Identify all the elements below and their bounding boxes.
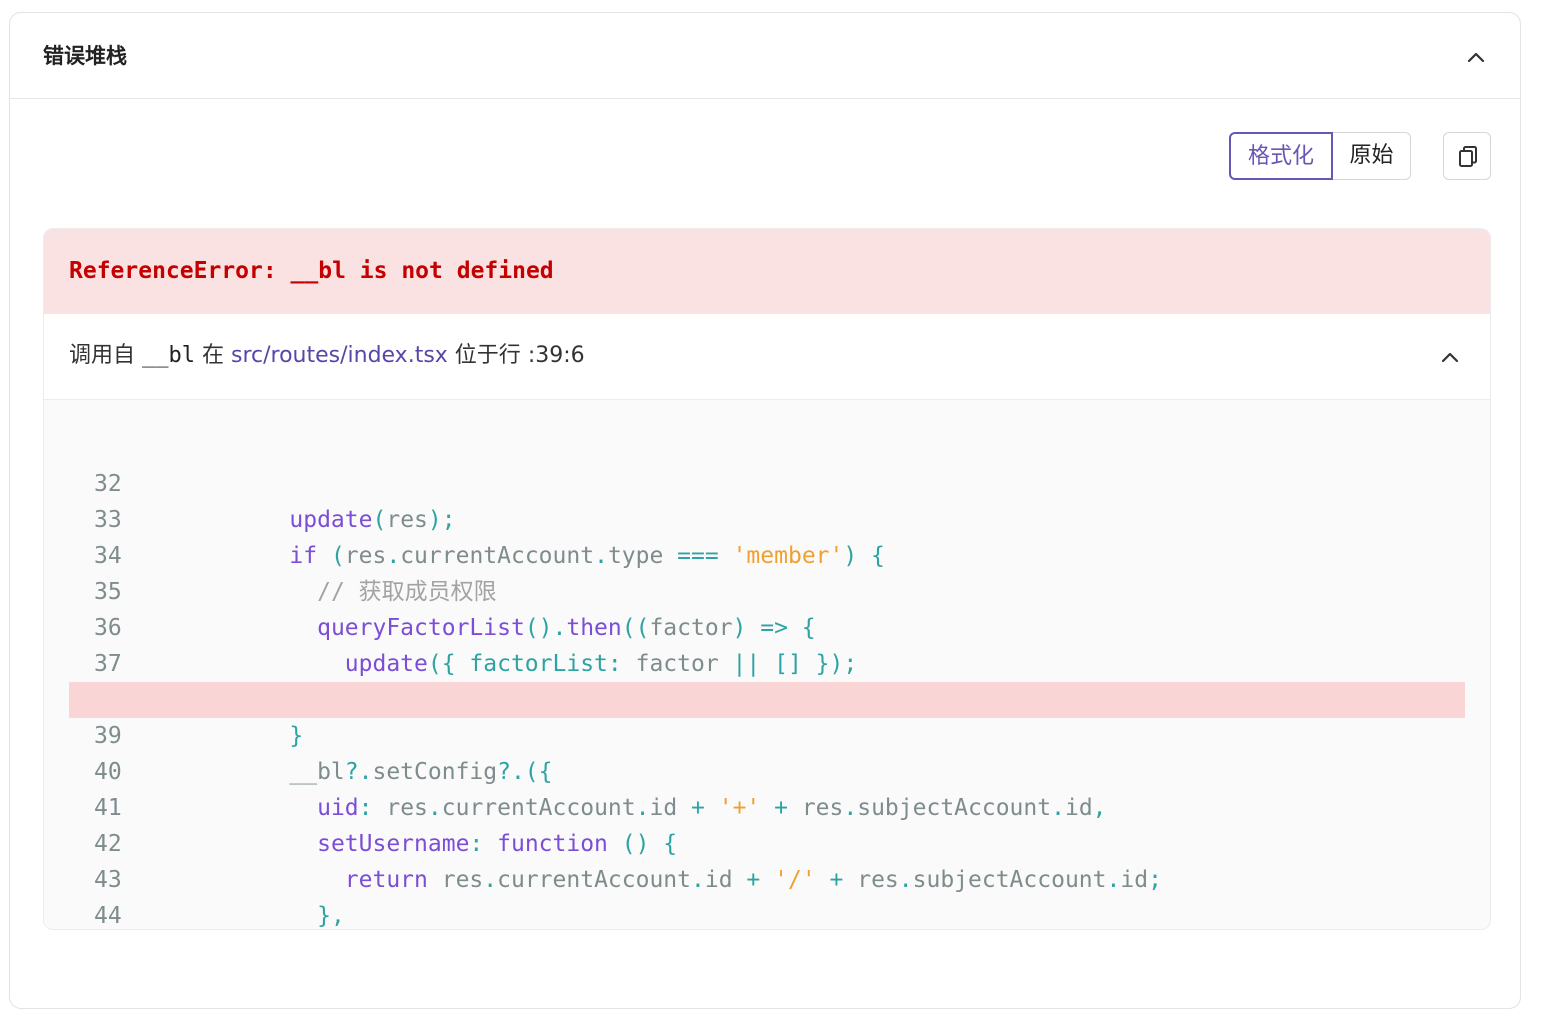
frame-location: 调用自 __bl 在 src/routes/index.tsx 位于行 :39:… bbox=[69, 342, 585, 370]
code-line: 38 } bbox=[69, 646, 1465, 749]
code-line: 37 }); bbox=[69, 610, 1465, 713]
frame-position: :39:6 bbox=[527, 343, 585, 368]
code-line: 44 }); bbox=[69, 862, 1465, 929]
copy-icon bbox=[1459, 146, 1477, 167]
panel-header[interactable]: 错误堆栈 bbox=[10, 13, 1520, 99]
code-line: 35 queryFactorList().then((factor) => { bbox=[69, 538, 1465, 641]
code-line: 40 uid: res.currentAccount.id + '+' + re… bbox=[69, 718, 1465, 821]
error-banner: ReferenceError: __bl is not defined bbox=[44, 229, 1490, 314]
stack-frame-card: ReferenceError: __bl is not defined 调用自 … bbox=[43, 228, 1491, 930]
stack-frame-header[interactable]: 调用自 __bl 在 src/routes/index.tsx 位于行 :39:… bbox=[44, 314, 1490, 400]
panel-title: 错误堆栈 bbox=[43, 44, 127, 68]
frame-at-label: 位于行 bbox=[447, 343, 528, 368]
code-line-highlighted: 39 __bl?.setConfig?.({ bbox=[69, 682, 1465, 785]
error-message: ReferenceError: __bl is not defined bbox=[69, 258, 554, 284]
code-line: 36 update({ factorList: factor || [] }); bbox=[69, 574, 1465, 677]
code-line: 34 // 获取成员权限 bbox=[69, 502, 1465, 605]
view-mode-toggle: 格式化 原始 bbox=[1229, 132, 1411, 180]
frame-prefix: 调用自 bbox=[69, 343, 142, 368]
line-number: 44 bbox=[94, 903, 122, 929]
code-snippet: 32 update(res); 33 if (res.currentAccoun… bbox=[44, 400, 1490, 929]
format-view-button[interactable]: 格式化 bbox=[1229, 132, 1333, 180]
code-line: 43 }, bbox=[69, 826, 1465, 929]
chevron-up-icon[interactable] bbox=[1439, 346, 1461, 368]
frame-function: __bl bbox=[142, 343, 195, 368]
code-line: 32 update(res); bbox=[69, 430, 1465, 533]
code-line: 42 return res.currentAccount.id + '/' + … bbox=[69, 790, 1465, 893]
frame-in-label: 在 bbox=[194, 343, 231, 368]
raw-view-button[interactable]: 原始 bbox=[1333, 132, 1411, 180]
code-line: 33 if (res.currentAccount.type === 'memb… bbox=[69, 466, 1465, 569]
error-stack-panel: 错误堆栈 格式化 原始 ReferenceError: __bl is not … bbox=[9, 12, 1521, 1009]
code-line: 41 setUsername: function () { bbox=[69, 754, 1465, 857]
copy-button[interactable] bbox=[1443, 132, 1491, 180]
frame-file-link[interactable]: src/routes/index.tsx bbox=[231, 343, 448, 368]
chevron-up-icon[interactable] bbox=[1465, 46, 1487, 68]
